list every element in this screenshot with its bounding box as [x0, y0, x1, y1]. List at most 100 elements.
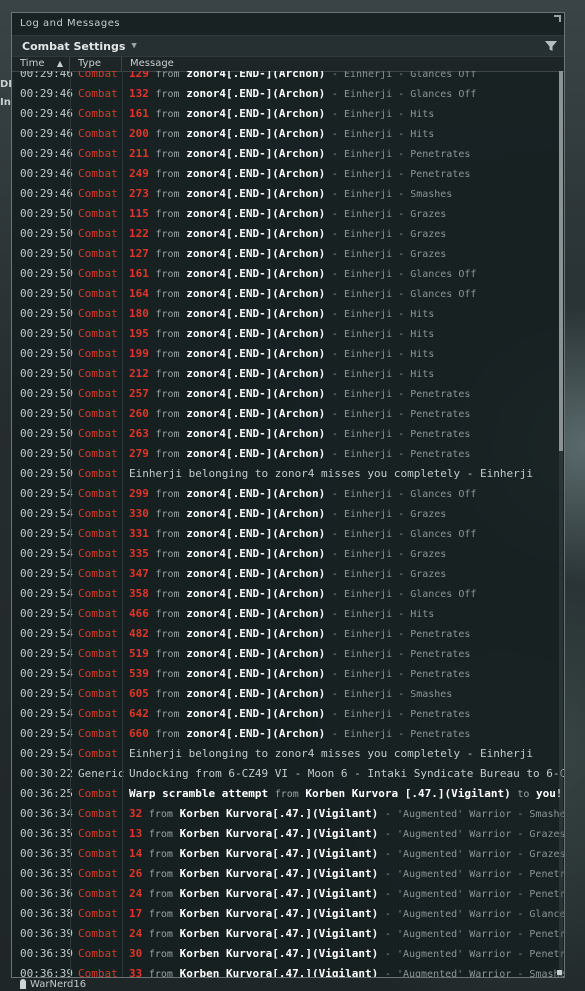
log-row[interactable]: 00:29:50 Combat Einherji belonging to zono… [12, 464, 564, 484]
damage-value: 279 [129, 447, 149, 460]
log-row[interactable]: 00:29:54 Combat 605 from zonor4[.END-](Arc… [12, 684, 564, 704]
log-row[interactable]: 00:29:54 Combat 660 from zonor4[.END-](Arc… [12, 724, 564, 744]
window-corner-icon[interactable] [554, 15, 561, 22]
settings-dropdown[interactable]: Combat Settings ▼ [12, 35, 564, 57]
log-row[interactable]: 00:36:38 Combat 17 from Korben Kurvora[.47… [12, 904, 564, 924]
log-row[interactable]: 00:29:54 Combat Einherji belonging to zono… [12, 744, 564, 764]
log-row[interactable]: 00:29:50 Combat 257 from zonor4[.END-](Arc… [12, 384, 564, 404]
log-message: 14 from Korben Kurvora[.47.](Vigilant) -… [122, 844, 564, 864]
log-row[interactable]: 00:36:25 Combat Warp scramble attempt from… [12, 784, 564, 804]
log-row[interactable]: 00:29:54 Combat 299 from zonor4[.END-](Arc… [12, 484, 564, 504]
column-header-type[interactable]: Type [70, 57, 122, 71]
log-message: 17 from Korben Kurvora[.47.](Vigilant) -… [122, 904, 564, 924]
log-row[interactable]: 00:29:46 Combat 200 from zonor4[.END-](Arc… [12, 124, 564, 144]
log-row[interactable]: 00:29:50 Combat 180 from zonor4[.END-](Arc… [12, 304, 564, 324]
log-row[interactable]: 00:29:46 Combat 132 from zonor4[.END-](Arc… [12, 84, 564, 104]
log-message: 161 from zonor4[.END-](Archon) - Einherj… [122, 104, 564, 124]
log-row[interactable]: 00:36:39 Combat 33 from Korben Kurvora[.47… [12, 964, 564, 977]
log-row[interactable]: 00:29:54 Combat 539 from zonor4[.END-](Arc… [12, 664, 564, 684]
resize-handle[interactable] [557, 970, 562, 975]
weapon-result: - Einherji - Hits [331, 369, 435, 380]
column-header-time[interactable]: Time ▲ [12, 57, 70, 71]
log-row[interactable]: 00:29:54 Combat 335 from zonor4[.END-](Arc… [12, 544, 564, 564]
weapon-result: - Einherji - Grazes [331, 229, 447, 240]
log-time: 00:36:25 [20, 787, 73, 800]
from-word: from [155, 409, 180, 420]
log-body: 00:29:46 Combat 129 from zonor4[.END-](Arc… [12, 71, 564, 977]
log-row[interactable]: 00:29:46 Combat 211 from zonor4[.END-](Arc… [12, 144, 564, 164]
log-row[interactable]: 00:29:54 Combat 482 from zonor4[.END-](Arc… [12, 624, 564, 644]
log-row[interactable]: 00:29:50 Combat 161 from zonor4[.END-](Arc… [12, 264, 564, 284]
log-row[interactable]: 00:29:54 Combat 466 from zonor4[.END-](Arc… [12, 604, 564, 624]
log-message: Undocking from 6-CZ49 VI - Moon 6 - Inta… [122, 764, 564, 784]
attacker-name: zonor4[.END-](Archon) [186, 327, 326, 340]
log-row[interactable]: 00:29:46 Combat 273 from zonor4[.END-](Arc… [12, 184, 564, 204]
log-row[interactable]: 00:29:50 Combat 122 from zonor4[.END-](Arc… [12, 224, 564, 244]
damage-value: 331 [129, 527, 149, 540]
attacker-name: zonor4[.END-](Archon) [186, 487, 326, 500]
log-row[interactable]: 00:29:46 Combat 129 from zonor4[.END-](Arc… [12, 71, 564, 84]
log-row[interactable]: 00:36:35 Combat 13 from Korben Kurvora[.47… [12, 824, 564, 844]
scrollbar-thumb[interactable] [559, 71, 563, 451]
log-row[interactable]: 00:29:50 Combat 199 from zonor4[.END-](Arc… [12, 344, 564, 364]
log-row[interactable]: 00:36:35 Combat 26 from Korben Kurvora[.47… [12, 864, 564, 884]
from-word: from [155, 709, 180, 720]
attacker-name: Korben Kurvora[.47.](Vigilant) [179, 927, 379, 940]
log-row[interactable]: 00:36:34 Combat 32 from Korben Kurvora[.47… [12, 804, 564, 824]
log-row[interactable]: 00:29:50 Combat 127 from zonor4[.END-](Arc… [12, 244, 564, 264]
log-row[interactable]: 00:29:50 Combat 260 from zonor4[.END-](Arc… [12, 404, 564, 424]
log-time: 00:29:46 [20, 87, 73, 100]
log-row[interactable]: 00:29:54 Combat 358 from zonor4[.END-](Arc… [12, 584, 564, 604]
column-header-message[interactable]: Message [122, 57, 564, 71]
log-row[interactable]: 00:36:39 Combat 24 from Korben Kurvora[.47… [12, 924, 564, 944]
damage-value: 13 [129, 827, 143, 840]
attacker-name: zonor4[.END-](Archon) [186, 267, 326, 280]
log-row[interactable]: 00:29:54 Combat 642 from zonor4[.END-](Arc… [12, 704, 564, 724]
damage-value: 335 [129, 547, 149, 560]
log-row[interactable]: 00:29:50 Combat 279 from zonor4[.END-](Arc… [12, 444, 564, 464]
log-row[interactable]: 00:29:50 Combat 263 from zonor4[.END-](Arc… [12, 424, 564, 444]
log-message: 200 from zonor4[.END-](Archon) - Einherj… [122, 124, 564, 144]
log-type: Combat [70, 204, 122, 224]
weapon-result: - Einherji - Glances Off [331, 289, 477, 300]
log-message: 132 from zonor4[.END-](Archon) - Einherj… [122, 84, 564, 104]
window-title[interactable]: Log and Messages [12, 13, 564, 35]
log-row[interactable]: 00:29:46 Combat 161 from zonor4[.END-](Arc… [12, 104, 564, 124]
log-time: 00:29:46 [20, 107, 73, 120]
from-word: from [155, 71, 180, 80]
log-row[interactable]: 00:29:54 Combat 331 from zonor4[.END-](Arc… [12, 524, 564, 544]
log-row[interactable]: 00:29:50 Combat 164 from zonor4[.END-](Arc… [12, 284, 564, 304]
weapon-result: - Einherji - Penetrates [331, 409, 471, 420]
log-row[interactable]: 00:36:35 Combat 14 from Korben Kurvora[.47… [12, 844, 564, 864]
log-row[interactable]: 00:36:39 Combat 30 from Korben Kurvora[.47… [12, 944, 564, 964]
attacker-name: zonor4[.END-](Archon) [186, 367, 326, 380]
log-row[interactable]: 00:29:54 Combat 519 from zonor4[.END-](Arc… [12, 644, 564, 664]
log-row[interactable]: 00:29:54 Combat 330 from zonor4[.END-](Arc… [12, 504, 564, 524]
filter-icon[interactable] [544, 39, 558, 53]
log-row[interactable]: 00:29:46 Combat 249 from zonor4[.END-](Arc… [12, 164, 564, 184]
log-message: 260 from zonor4[.END-](Archon) - Einherj… [122, 404, 564, 424]
attacker-name: zonor4[.END-](Archon) [186, 587, 326, 600]
from-word: from [155, 289, 180, 300]
chevron-down-icon[interactable]: ▼ [131, 41, 136, 51]
log-message: 115 from zonor4[.END-](Archon) - Einherj… [122, 204, 564, 224]
log-type: Combat [70, 364, 122, 384]
log-row[interactable]: 00:29:50 Combat 115 from zonor4[.END-](Arc… [12, 204, 564, 224]
from-word: from [148, 889, 173, 900]
attacker-name: zonor4[.END-](Archon) [186, 87, 326, 100]
attacker-name: Korben Kurvora[.47.](Vigilant) [179, 827, 379, 840]
log-row[interactable]: 00:30:22 Generic Undocking from 6-CZ49 VI … [12, 764, 564, 784]
weapon-result: - 'Augmented' Warrior - Penetrates [384, 949, 564, 960]
log-type: Combat [70, 504, 122, 524]
attacker-name: zonor4[.END-](Archon) [186, 387, 326, 400]
log-row[interactable]: 00:29:50 Combat 212 from zonor4[.END-](Arc… [12, 364, 564, 384]
from-word: from [155, 309, 180, 320]
log-row[interactable]: 00:29:54 Combat 347 from zonor4[.END-](Arc… [12, 564, 564, 584]
sort-ascending-icon[interactable]: ▲ [57, 57, 63, 71]
scrollbar[interactable] [559, 71, 563, 977]
weapon-result: - 'Augmented' Warrior - Smashes [384, 809, 564, 820]
from-word: from [155, 369, 180, 380]
log-row[interactable]: 00:29:50 Combat 195 from zonor4[.END-](Arc… [12, 324, 564, 344]
from-word: from [155, 729, 180, 740]
log-row[interactable]: 00:36:36 Combat 24 from Korben Kurvora[.47… [12, 884, 564, 904]
